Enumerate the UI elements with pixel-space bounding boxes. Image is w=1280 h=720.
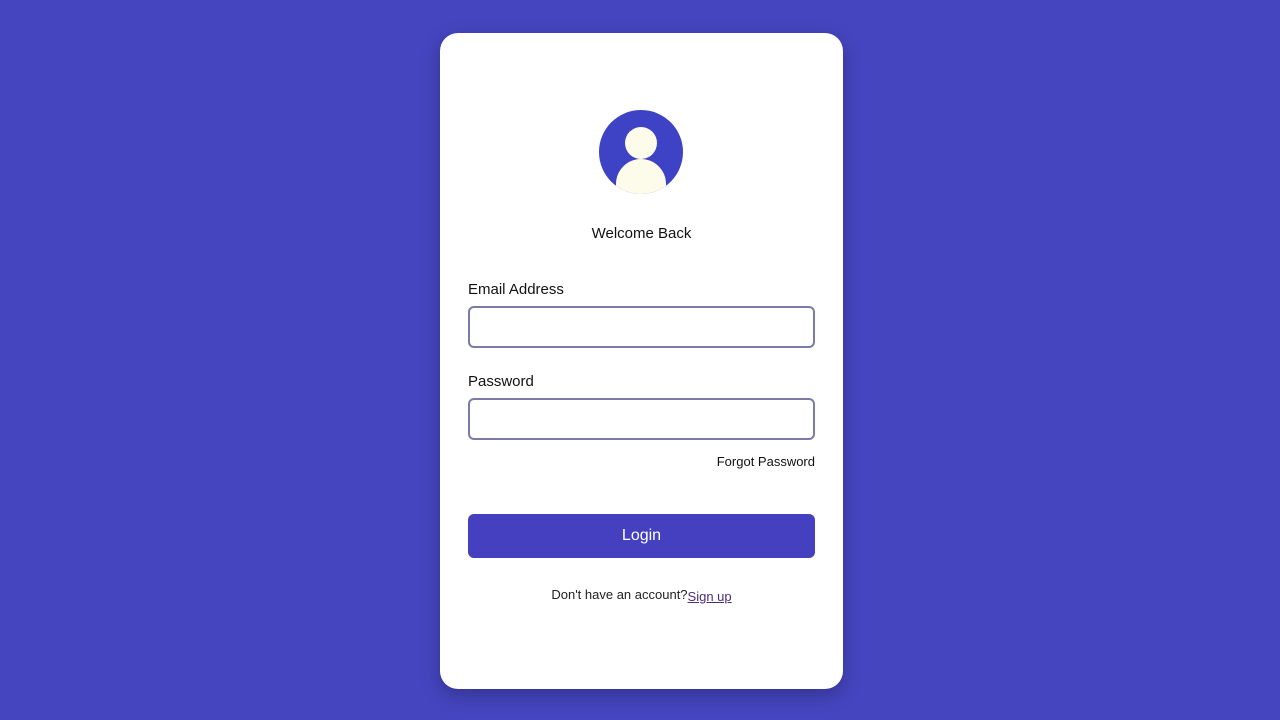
signup-link[interactable]: Sign up xyxy=(688,589,732,604)
password-field[interactable] xyxy=(468,398,815,440)
user-icon-body xyxy=(616,159,666,194)
forgot-password-link[interactable]: Forgot Password xyxy=(717,454,815,469)
login-button[interactable]: Login xyxy=(468,514,815,558)
signup-prompt: Don't have an account? xyxy=(551,587,688,602)
email-field[interactable] xyxy=(468,306,815,348)
email-label: Email Address xyxy=(468,281,564,298)
password-label: Password xyxy=(468,373,534,390)
signup-row: Don't have an account?Sign up xyxy=(440,587,843,604)
welcome-heading: Welcome Back xyxy=(591,225,692,242)
login-card: Welcome Back Email Address Password Forg… xyxy=(440,33,843,689)
user-icon-head xyxy=(625,127,657,159)
user-icon xyxy=(599,110,683,194)
